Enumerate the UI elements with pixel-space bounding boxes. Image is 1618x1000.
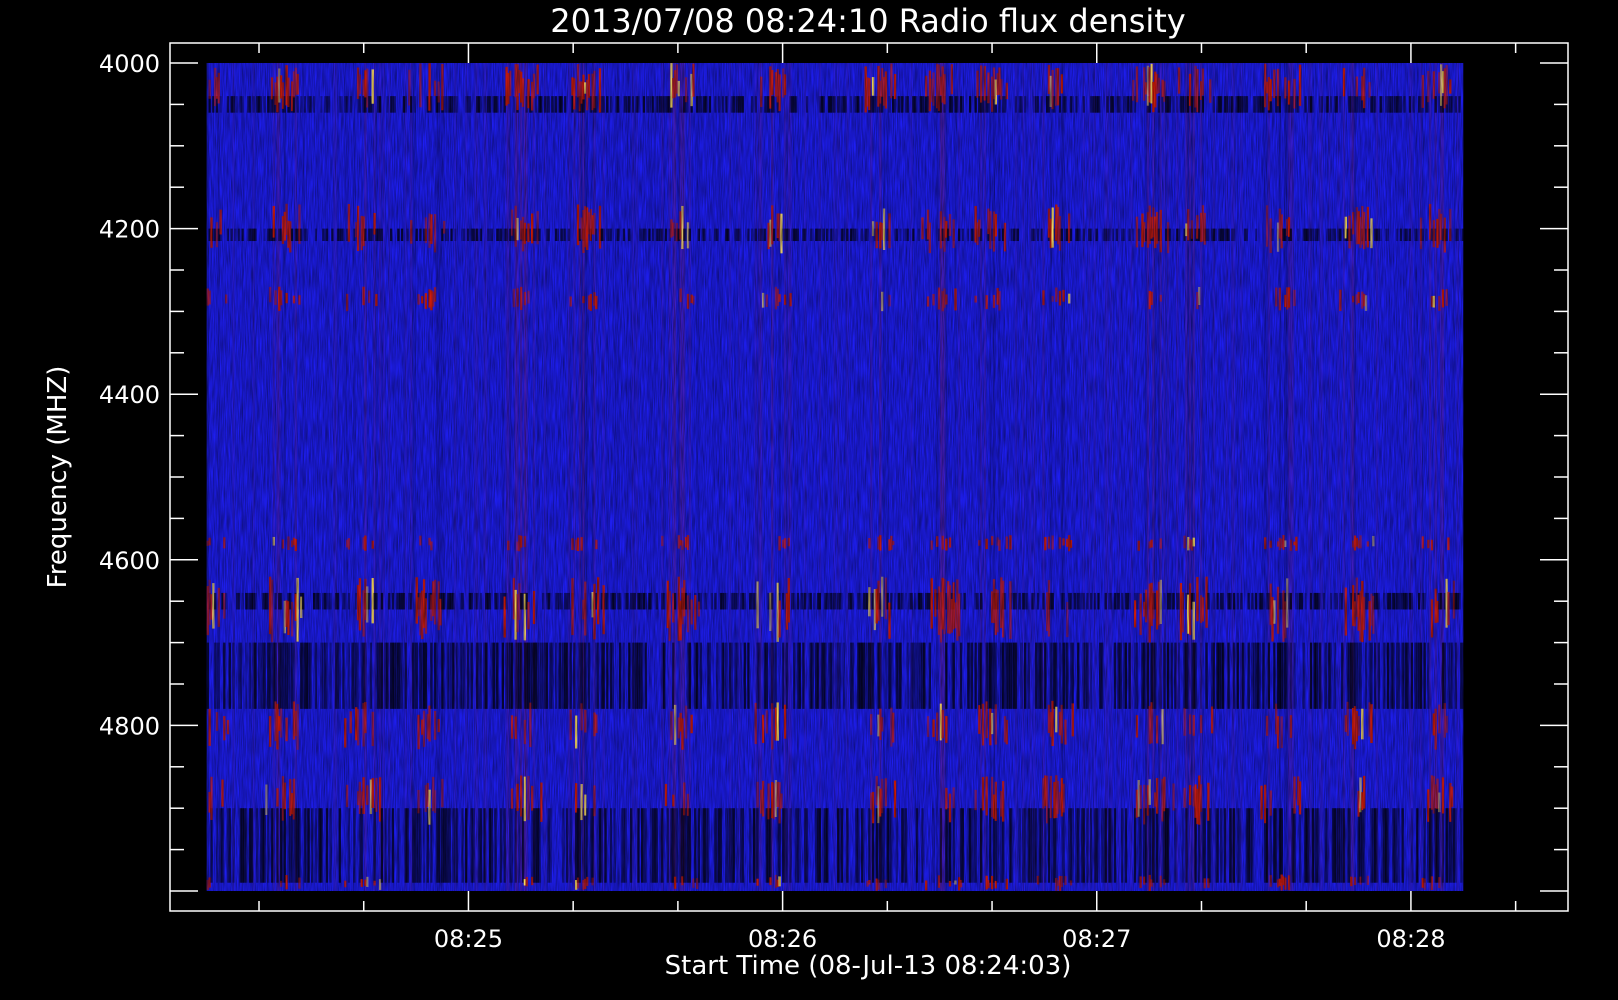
y-tick-label: 4800 xyxy=(99,712,160,740)
spectrogram-chart: 2013/07/08 08:24:10 Radio flux density 0… xyxy=(0,0,1618,1000)
y-tick-label: 4600 xyxy=(99,547,160,575)
chart-title: 2013/07/08 08:24:10 Radio flux density xyxy=(550,2,1185,40)
y-tick-label: 4200 xyxy=(99,216,160,244)
x-tick-label: 08:28 xyxy=(1376,925,1445,953)
y-axis-label: Frequency (MHZ) xyxy=(43,366,73,589)
x-tick-label: 08:27 xyxy=(1062,925,1131,953)
y-tick-label: 4000 xyxy=(99,50,160,78)
x-tick-label: 08:26 xyxy=(748,925,817,953)
heatmap-texture xyxy=(206,63,1464,891)
x-tick-label: 08:25 xyxy=(434,925,503,953)
x-axis-label: Start Time (08-Jul-13 08:24:03) xyxy=(665,951,1072,981)
y-tick-label: 4400 xyxy=(99,381,160,409)
heatmap-area xyxy=(206,63,1465,891)
